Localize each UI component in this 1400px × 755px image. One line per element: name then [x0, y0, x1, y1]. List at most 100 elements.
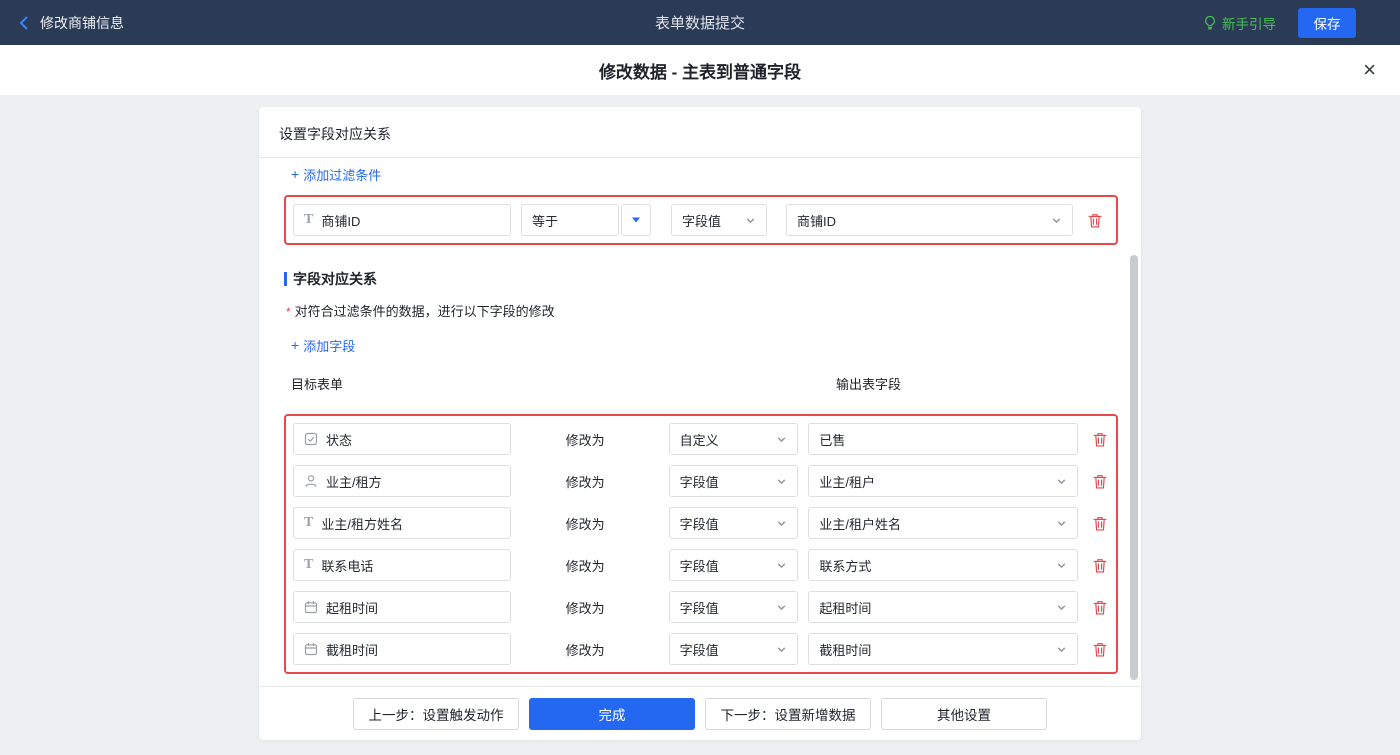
value-type-value: 字段值 [679, 516, 719, 532]
target-field-input[interactable]: T 业主/租方姓名 [293, 507, 511, 539]
topbar-title: 表单数据提交 [654, 15, 745, 32]
target-field-value: 状态 [326, 432, 353, 448]
delete-filter-button[interactable] [1086, 211, 1104, 230]
delete-row-button[interactable] [1091, 598, 1109, 617]
card-footer: 上一步：设置触发动作 完成 下一步：设置新增数据 其他设置 [259, 686, 1141, 740]
mapping-row: T 联系电话 修改为 字段值 联系方式 [293, 549, 1109, 581]
chevron-down-icon [776, 476, 787, 487]
output-field-select[interactable]: 业主/租户姓名 [808, 507, 1078, 539]
filter-field-value: 商铺ID [321, 213, 361, 229]
add-filter-label: 添加过滤条件 [303, 167, 382, 183]
next-step-button[interactable]: 下一步：设置新增数据 [705, 697, 871, 730]
scrollbar-thumb[interactable] [1130, 255, 1138, 680]
output-field-select[interactable]: 起租时间 [808, 591, 1078, 623]
topbar: 修改商铺信息 表单数据提交 新手引导 保存 [0, 0, 1400, 45]
target-field-value: 业主/租方 [326, 474, 382, 490]
text-field-icon: T [304, 557, 314, 572]
output-field-select[interactable]: 业主/租户 [808, 465, 1078, 497]
mapping-row: 截租时间 修改为 字段值 截租时间 [293, 633, 1109, 665]
output-field-select[interactable]: 截租时间 [808, 633, 1078, 665]
output-field-value: 已售 [819, 432, 846, 448]
calendar-icon [304, 642, 318, 656]
section-title-text: 字段对应关系 [293, 271, 377, 287]
output-field-value: 联系方式 [819, 558, 872, 574]
guide-link[interactable]: 新手引导 [1203, 13, 1276, 33]
dialog-body: 设置字段对应关系 + 添加过滤条件 T 商铺ID 等于 字段值 商铺ID 字段对… [0, 95, 1400, 755]
action-label: 修改为 [565, 558, 605, 574]
dialog-header: 修改数据 - 主表到普通字段 × [0, 45, 1400, 95]
chevron-down-icon [776, 560, 787, 571]
trash-icon [1093, 558, 1107, 573]
add-filter-link[interactable]: + 添加过滤条件 [291, 165, 1118, 183]
chevron-down-icon [1051, 215, 1062, 226]
column-headers: 目标表单 输出表字段 [284, 374, 1118, 392]
action-label: 修改为 [565, 432, 605, 448]
required-asterisk: * [286, 305, 291, 319]
chevron-down-icon [776, 434, 787, 445]
operator-value: 等于 [532, 213, 559, 229]
note-text: 对符合过滤条件的数据，进行以下字段的修改 [294, 304, 555, 319]
output-field-value: 截租时间 [819, 642, 872, 658]
other-settings-button[interactable]: 其他设置 [881, 697, 1047, 730]
value-type-select[interactable]: 字段值 [668, 549, 799, 581]
mapping-rows-box: 状态 修改为 自定义 已售 业主/租方 修改为 字段值 业主/租户 T 业主/租… [284, 414, 1118, 674]
target-field-value: 业主/租方姓名 [321, 516, 403, 532]
value-type-select[interactable]: 字段值 [668, 507, 799, 539]
filter-field-input[interactable]: T 商铺ID [293, 204, 511, 236]
add-field-label: 添加字段 [303, 338, 356, 354]
filter-value: 商铺ID [797, 213, 837, 229]
chevron-down-icon [745, 215, 756, 226]
filter-condition-box: T 商铺ID 等于 字段值 商铺ID [284, 195, 1118, 245]
target-field-input[interactable]: 起租时间 [293, 591, 511, 623]
value-type-select[interactable]: 自定义 [668, 423, 799, 455]
trash-icon [1088, 213, 1102, 228]
delete-row-button[interactable] [1091, 514, 1109, 533]
trash-icon [1093, 642, 1107, 657]
output-field-value: 业主/租户 [819, 474, 876, 490]
guide-label: 新手引导 [1222, 16, 1276, 32]
value-type-value: 字段值 [679, 558, 719, 574]
card-header-title: 设置字段对应关系 [259, 107, 1141, 158]
section-accent-bar [284, 272, 287, 286]
target-field-input[interactable]: 截租时间 [293, 633, 511, 665]
target-field-input[interactable]: 状态 [293, 423, 511, 455]
text-field-icon: T [304, 212, 314, 227]
trash-icon [1093, 516, 1107, 531]
chevron-down-icon [1056, 602, 1067, 613]
filter-value-select[interactable]: 商铺ID [786, 204, 1073, 236]
add-field-link[interactable]: + 添加字段 [291, 336, 1118, 354]
trash-icon [1093, 474, 1107, 489]
card-content: + 添加过滤条件 T 商铺ID 等于 字段值 商铺ID 字段对应关系 * 对符合… [259, 158, 1141, 686]
text-field-icon: T [304, 515, 314, 530]
target-field-input[interactable]: T 联系电话 [293, 549, 511, 581]
settings-card: 设置字段对应关系 + 添加过滤条件 T 商铺ID 等于 字段值 商铺ID 字段对… [259, 107, 1141, 740]
custom-value-input[interactable]: 已售 [808, 423, 1078, 455]
operator-select[interactable]: 等于 [521, 204, 619, 236]
prev-step-button[interactable]: 上一步：设置触发动作 [353, 697, 519, 730]
back-button[interactable]: 修改商铺信息 [16, 13, 124, 33]
delete-row-button[interactable] [1091, 430, 1109, 449]
output-field-value: 起租时间 [819, 600, 872, 616]
value-type-select[interactable]: 字段值 [671, 204, 767, 236]
operator-caret-button[interactable] [621, 204, 651, 236]
close-icon[interactable]: × [1363, 59, 1376, 81]
chevron-down-icon [1056, 518, 1067, 529]
trash-icon [1093, 432, 1107, 447]
value-type-select[interactable]: 字段值 [668, 465, 799, 497]
bulb-icon [1203, 15, 1217, 30]
calendar-icon [304, 600, 318, 614]
delete-row-button[interactable] [1091, 472, 1109, 491]
mapping-row: 状态 修改为 自定义 已售 [293, 423, 1109, 455]
output-field-select[interactable]: 联系方式 [808, 549, 1078, 581]
finish-button[interactable]: 完成 [529, 697, 695, 730]
save-button[interactable]: 保存 [1298, 7, 1356, 38]
value-type-select[interactable]: 字段值 [668, 633, 799, 665]
value-type-select[interactable]: 字段值 [668, 591, 799, 623]
chevron-down-icon [776, 518, 787, 529]
target-field-input[interactable]: 业主/租方 [293, 465, 511, 497]
mapping-note: * 对符合过滤条件的数据，进行以下字段的修改 [286, 301, 1118, 320]
chevron-down-icon [776, 602, 787, 613]
delete-row-button[interactable] [1091, 556, 1109, 575]
topbar-actions: 新手引导 保存 [1203, 7, 1384, 38]
delete-row-button[interactable] [1091, 640, 1109, 659]
